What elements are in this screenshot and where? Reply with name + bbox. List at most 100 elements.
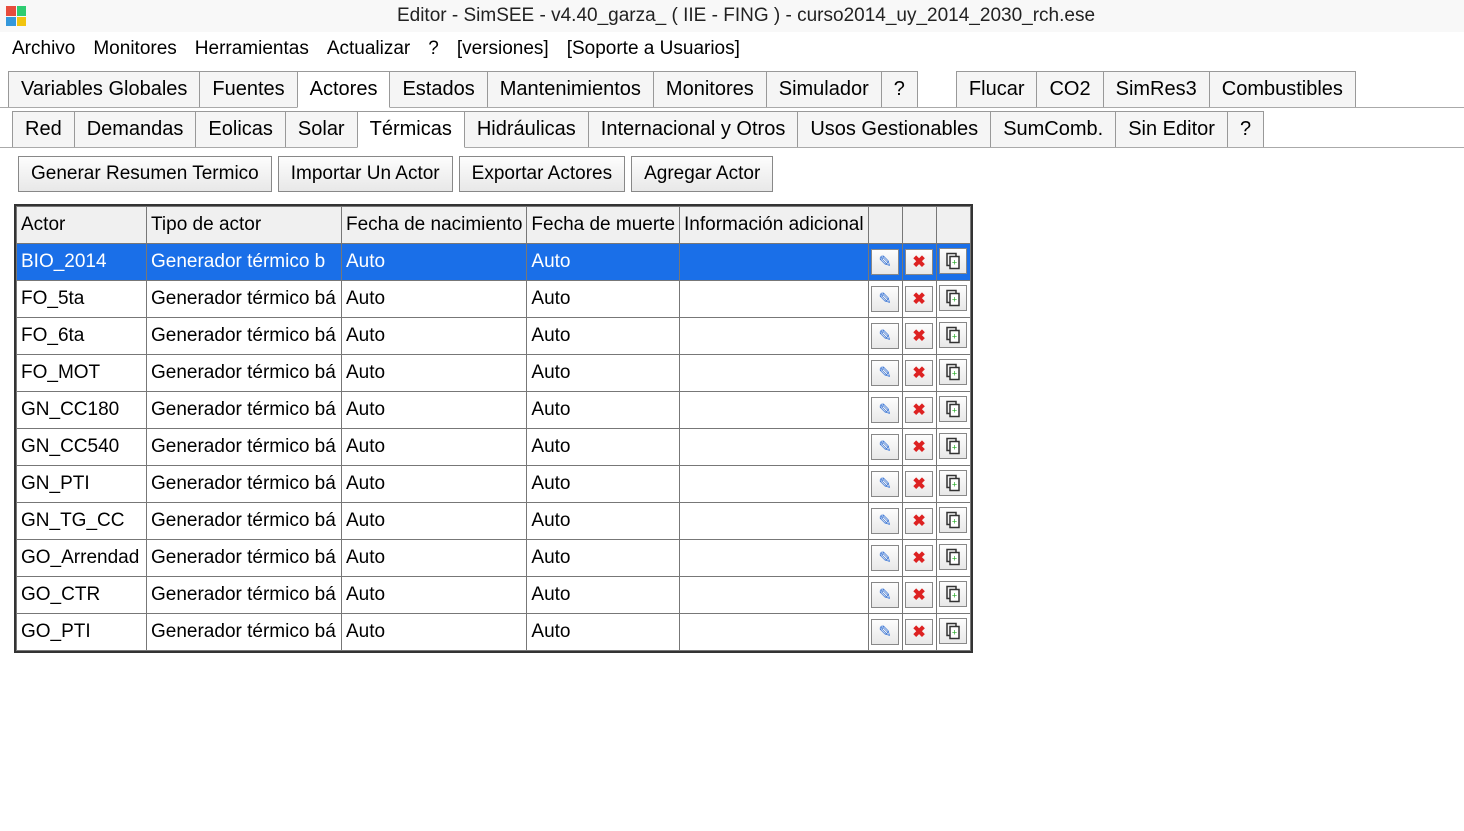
tab-monitores[interactable]: Monitores: [653, 71, 767, 107]
col-header-action: [902, 207, 936, 244]
edit-icon[interactable]: [871, 471, 899, 497]
delete-icon[interactable]: [905, 471, 933, 497]
tab-flucar[interactable]: Flucar: [956, 71, 1038, 107]
table-row[interactable]: FO_6taGenerador térmico báAutoAuto+: [17, 318, 971, 355]
duplicate-icon[interactable]: +: [939, 322, 967, 348]
subtab-[interactable]: ?: [1227, 111, 1264, 147]
table-row[interactable]: FO_MOTGenerador térmico báAutoAuto+: [17, 355, 971, 392]
table-row[interactable]: GN_TG_CCGenerador térmico báAutoAuto+: [17, 503, 971, 540]
col-header[interactable]: Tipo de actor: [147, 207, 342, 244]
col-header[interactable]: Fecha de nacimiento: [342, 207, 527, 244]
window-title: Editor - SimSEE - v4.40_garza_ ( IIE - F…: [34, 5, 1458, 27]
table-row[interactable]: FO_5taGenerador térmico báAutoAuto+: [17, 281, 971, 318]
cell-mue: Auto: [527, 429, 680, 466]
tab-variablesglobales[interactable]: Variables Globales: [8, 71, 200, 107]
menu-[interactable]: ?: [428, 38, 439, 60]
agregar-actor-button[interactable]: Agregar Actor: [631, 156, 773, 192]
cell-info: [680, 614, 869, 651]
duplicate-icon[interactable]: +: [939, 507, 967, 533]
cell-tipo: Generador térmico bá: [147, 355, 342, 392]
cell-info: [680, 466, 869, 503]
col-header[interactable]: Fecha de muerte: [527, 207, 680, 244]
cell-nac: Auto: [342, 614, 527, 651]
tab-simulador[interactable]: Simulador: [766, 71, 882, 107]
duplicate-icon[interactable]: +: [939, 285, 967, 311]
duplicate-icon[interactable]: +: [939, 359, 967, 385]
duplicate-icon[interactable]: +: [939, 544, 967, 570]
svg-text:+: +: [952, 517, 957, 527]
table-row[interactable]: GN_PTIGenerador térmico báAutoAuto+: [17, 466, 971, 503]
table-row[interactable]: GO_PTIGenerador térmico báAutoAuto+: [17, 614, 971, 651]
delete-icon[interactable]: [905, 545, 933, 571]
subtab-solar[interactable]: Solar: [285, 111, 358, 147]
generar-resumen-button[interactable]: Generar Resumen Termico: [18, 156, 272, 192]
subtab-internacionalyotros[interactable]: Internacional y Otros: [588, 111, 799, 147]
cell-actor: GN_CC540: [17, 429, 147, 466]
tab-co[interactable]: CO2: [1036, 71, 1103, 107]
col-header[interactable]: Actor: [17, 207, 147, 244]
tab-combustibles[interactable]: Combustibles: [1209, 71, 1356, 107]
delete-icon[interactable]: [905, 508, 933, 534]
importar-actor-button[interactable]: Importar Un Actor: [278, 156, 453, 192]
edit-icon[interactable]: [871, 619, 899, 645]
edit-icon[interactable]: [871, 286, 899, 312]
menu-soporteausuarios[interactable]: [Soporte a Usuarios]: [567, 38, 740, 60]
duplicate-icon[interactable]: +: [939, 470, 967, 496]
menu-archivo[interactable]: Archivo: [12, 38, 75, 60]
edit-icon[interactable]: [871, 360, 899, 386]
delete-icon[interactable]: [905, 360, 933, 386]
edit-icon[interactable]: [871, 397, 899, 423]
subtab-hidrulicas[interactable]: Hidráulicas: [464, 111, 589, 147]
menu-versiones[interactable]: [versiones]: [457, 38, 549, 60]
tab-fuentes[interactable]: Fuentes: [199, 71, 297, 107]
tab-actores[interactable]: Actores: [297, 71, 391, 108]
edit-icon[interactable]: [871, 434, 899, 460]
duplicate-icon[interactable]: +: [939, 433, 967, 459]
tab-[interactable]: ?: [881, 71, 918, 107]
subtab-trmicas[interactable]: Térmicas: [357, 111, 465, 148]
table-row[interactable]: GN_CC540Generador térmico báAutoAuto+: [17, 429, 971, 466]
edit-icon[interactable]: [871, 323, 899, 349]
edit-icon[interactable]: [871, 508, 899, 534]
col-header[interactable]: Información adicional: [680, 207, 869, 244]
cell-nac: Auto: [342, 244, 527, 281]
table-row[interactable]: BIO_2014Generador térmico bAutoAuto+: [17, 244, 971, 281]
edit-icon[interactable]: [871, 249, 899, 275]
tab-simres[interactable]: SimRes3: [1103, 71, 1210, 107]
cell-tipo: Generador térmico bá: [147, 392, 342, 429]
svg-text:+: +: [952, 480, 957, 490]
duplicate-icon[interactable]: +: [939, 618, 967, 644]
subtab-sineditor[interactable]: Sin Editor: [1115, 111, 1228, 147]
delete-icon[interactable]: [905, 249, 933, 275]
cell-tipo: Generador térmico bá: [147, 577, 342, 614]
delete-icon[interactable]: [905, 434, 933, 460]
delete-icon[interactable]: [905, 397, 933, 423]
edit-icon[interactable]: [871, 582, 899, 608]
duplicate-icon[interactable]: +: [939, 396, 967, 422]
delete-icon[interactable]: [905, 582, 933, 608]
menu-monitores[interactable]: Monitores: [93, 38, 176, 60]
cell-info: [680, 429, 869, 466]
sub-tabs: RedDemandasEolicasSolarTérmicasHidráulic…: [0, 110, 1464, 148]
delete-icon[interactable]: [905, 323, 933, 349]
subtab-red[interactable]: Red: [12, 111, 75, 147]
subtab-sumcomb[interactable]: SumComb.: [990, 111, 1116, 147]
menu-herramientas[interactable]: Herramientas: [195, 38, 309, 60]
table-row[interactable]: GO_ArrendadGenerador térmico báAutoAuto+: [17, 540, 971, 577]
delete-icon[interactable]: [905, 619, 933, 645]
tab-mantenimientos[interactable]: Mantenimientos: [487, 71, 654, 107]
tab-estados[interactable]: Estados: [389, 71, 487, 107]
cell-info: [680, 540, 869, 577]
table-row[interactable]: GN_CC180Generador térmico báAutoAuto+: [17, 392, 971, 429]
duplicate-icon[interactable]: +: [939, 248, 967, 274]
delete-icon[interactable]: [905, 286, 933, 312]
table-row[interactable]: GO_CTRGenerador térmico báAutoAuto+: [17, 577, 971, 614]
duplicate-icon[interactable]: +: [939, 581, 967, 607]
subtab-demandas[interactable]: Demandas: [74, 111, 197, 147]
cell-nac: Auto: [342, 540, 527, 577]
exportar-actores-button[interactable]: Exportar Actores: [459, 156, 625, 192]
edit-icon[interactable]: [871, 545, 899, 571]
menu-actualizar[interactable]: Actualizar: [327, 38, 410, 60]
subtab-usosgestionables[interactable]: Usos Gestionables: [797, 111, 991, 147]
subtab-eolicas[interactable]: Eolicas: [195, 111, 285, 147]
